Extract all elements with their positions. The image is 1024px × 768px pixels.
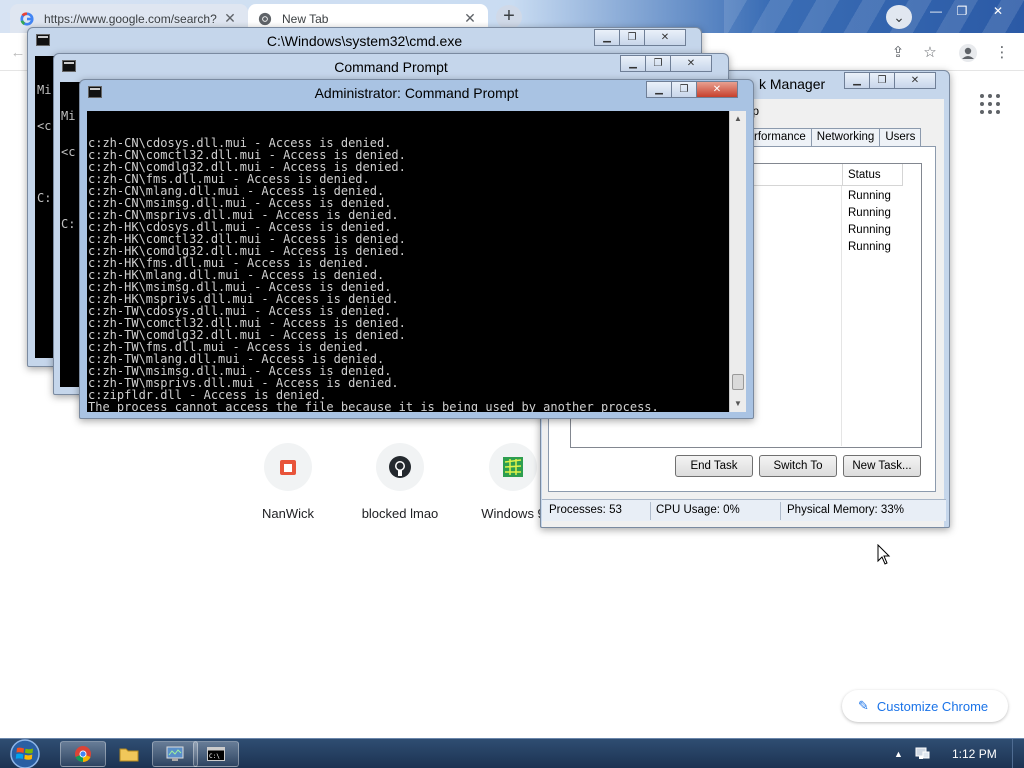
minimize-button[interactable]: ▁: [844, 72, 870, 89]
minimize-icon[interactable]: —: [924, 3, 948, 19]
maximize-button[interactable]: ❐: [869, 72, 895, 89]
profile-avatar-icon[interactable]: [958, 43, 978, 63]
chrome-icon: [258, 12, 272, 25]
switch-to-button[interactable]: Switch To: [759, 455, 837, 477]
tab-networking[interactable]: Networking: [810, 128, 881, 146]
minimize-button[interactable]: ▁: [646, 81, 672, 98]
column-divider: [841, 186, 842, 446]
google-icon: [20, 11, 34, 26]
maximize-button[interactable]: ❐: [619, 29, 645, 46]
taskbar-task-manager-button[interactable]: [152, 741, 198, 767]
tab-title: https://www.google.com/search?: [44, 11, 217, 26]
status-cell: Running: [848, 190, 891, 202]
maximize-button[interactable]: ❐: [645, 55, 671, 72]
tab-performance[interactable]: rformance: [748, 128, 812, 146]
status-cell: Running: [848, 224, 891, 236]
window-controls: ▁ ❐ ✕: [646, 81, 738, 98]
tab-title: New Tab: [282, 11, 329, 26]
shortcut-blocked-lmao[interactable]: blocked lmao: [345, 443, 455, 521]
cpu-usage: CPU Usage: 0%: [656, 504, 740, 516]
customize-chrome-label: Customize Chrome: [876, 698, 989, 714]
svg-text:C:\: C:\: [209, 753, 220, 760]
bookmark-star-icon[interactable]: ☆: [920, 43, 940, 63]
chrome-logo-icon: [75, 746, 91, 763]
share-icon[interactable]: ⇪: [888, 43, 908, 63]
status-cell: Running: [848, 241, 891, 253]
google-apps-grid-icon[interactable]: [980, 94, 1000, 114]
windows-icon: [489, 443, 537, 491]
scrollbar-thumb[interactable]: [732, 374, 744, 390]
close-button[interactable]: ✕: [644, 29, 686, 46]
cmd-icon: C:\: [207, 747, 225, 761]
maximize-icon[interactable]: ❐: [950, 3, 974, 19]
network-icon[interactable]: [914, 746, 930, 765]
cmd-icon: [36, 34, 50, 46]
tab-search-chevron-icon[interactable]: ⌄: [886, 5, 912, 29]
shortcut-label: NanWick: [261, 506, 314, 521]
status-cell: Running: [848, 207, 891, 219]
mouse-cursor-icon: [877, 544, 891, 565]
task-manager-tabs: rformance Networking Users: [748, 128, 922, 146]
physical-memory: Physical Memory: 33%: [787, 504, 904, 516]
customize-chrome-button[interactable]: ✎ Customize Chrome: [842, 690, 1008, 722]
taskbar-cmd-button[interactable]: C:\: [193, 741, 239, 767]
maximize-button[interactable]: ❐: [671, 81, 697, 98]
processes-count: Processes: 53: [549, 504, 622, 516]
window-controls: ▁ ❐ ✕: [844, 72, 936, 89]
column-header-status[interactable]: Status: [843, 164, 903, 186]
windows-taskbar: C:\ ▲ 1:12 PM: [0, 738, 1024, 768]
window-controls: ▁ ❐ ✕: [594, 29, 686, 46]
scroll-up-arrow-icon[interactable]: ▲: [730, 111, 746, 127]
folder-icon: [119, 748, 139, 762]
more-menu-icon[interactable]: ⋮: [992, 43, 1012, 63]
minimize-button[interactable]: ▁: [620, 55, 646, 72]
start-button[interactable]: [6, 739, 44, 768]
shortcut-nanwick[interactable]: NanWick: [233, 443, 343, 521]
close-button[interactable]: ✕: [670, 55, 712, 72]
window-controls: ▁ ❐ ✕: [620, 55, 712, 72]
new-task-button[interactable]: New Task...: [843, 455, 921, 477]
pencil-icon: ✎: [858, 698, 869, 713]
shortcut-label: blocked lmao: [361, 506, 439, 521]
taskbar-chrome-button[interactable]: [60, 741, 106, 767]
tab-users[interactable]: Users: [879, 128, 922, 146]
cmd-icon: [88, 86, 102, 98]
back-arrow-icon[interactable]: ←: [8, 43, 28, 63]
admin-cmd-console[interactable]: c:zh-CN\cdosys.dll.mui - Access is denie…: [87, 111, 729, 412]
console-line: The process cannot access the file becau…: [88, 400, 659, 412]
minimize-button[interactable]: ▁: [594, 29, 620, 46]
console-scrollbar[interactable]: ▲ ▼: [729, 111, 746, 412]
nanwick-icon: [264, 443, 312, 491]
statusbar-divider: [650, 502, 651, 520]
console-output: c:zh-CN\cdosys.dll.mui - Access is denie…: [88, 137, 728, 412]
windows-logo-icon: [10, 739, 40, 768]
task-manager-statusbar: Processes: 53 CPU Usage: 0% Physical Mem…: [542, 499, 946, 521]
end-task-button[interactable]: End Task: [675, 455, 753, 477]
close-icon[interactable]: ✕: [986, 3, 1010, 19]
taskbar-explorer-button[interactable]: [106, 741, 152, 767]
close-tab-icon[interactable]: ✕: [222, 10, 238, 27]
scroll-down-arrow-icon[interactable]: ▼: [730, 396, 746, 412]
show-hidden-icons-arrow[interactable]: ▲: [894, 749, 903, 759]
show-desktop-button[interactable]: [1012, 739, 1024, 768]
statusbar-divider: [780, 502, 781, 520]
cmd-icon: [62, 60, 76, 72]
new-tab-button[interactable]: +: [496, 5, 522, 29]
close-tab-icon[interactable]: ✕: [462, 10, 478, 27]
close-button[interactable]: ✕: [894, 72, 936, 89]
admin-cmd-window[interactable]: Administrator: Command Prompt ▁ ❐ ✕ c:zh…: [79, 79, 754, 419]
task-manager-icon: [166, 746, 184, 761]
github-icon: [376, 443, 424, 491]
wallpaper-stripes: [724, 0, 1024, 33]
clock-time[interactable]: 1:12 PM: [952, 747, 997, 761]
close-button[interactable]: ✕: [696, 81, 738, 98]
